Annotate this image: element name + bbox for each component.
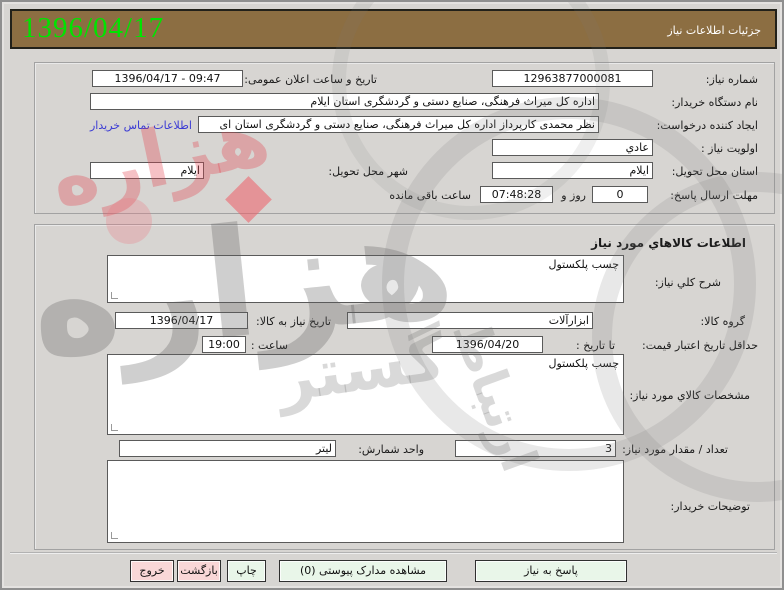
hour-field[interactable]: 19:00: [202, 336, 246, 353]
title-bar: 1396/04/17 جزئیات اطلاعات نیاز: [10, 9, 777, 49]
deadline-remaining-text: ساعت باقی مانده: [389, 189, 471, 202]
buyer-contact-link[interactable]: اطلاعات تماس خریدار: [90, 119, 192, 132]
delivery-province-field[interactable]: ایلام: [492, 162, 653, 179]
request-creator-field[interactable]: نظر محمدی کارپرداز اداره کل میراث فرهنگی…: [198, 116, 599, 133]
unit-field[interactable]: لیتر: [119, 440, 336, 457]
specs-textarea[interactable]: چسب پلکستول: [107, 354, 624, 435]
goods-group-label: گروه کالا:: [700, 315, 745, 328]
deadline-time-field[interactable]: 07:48:28: [480, 186, 553, 203]
need-details-window: 1396/04/17 جزئیات اطلاعات نیاز شماره نیا…: [0, 0, 784, 590]
announce-datetime-label: تاریخ و ساعت اعلان عمومی:: [244, 73, 377, 86]
need-date-label: تاریخ نیاز به کالا:: [256, 315, 331, 328]
priority-label: اولویت نیاز :: [700, 142, 758, 155]
respond-to-need-button[interactable]: پاسخ به نیاز: [475, 560, 627, 582]
back-button[interactable]: بازگشت: [177, 560, 221, 582]
need-number-label: شماره نیاز:: [705, 73, 758, 86]
header-date: 1396/04/17: [22, 12, 165, 44]
specs-label: مشخصات کالاي مورد نیاز:: [629, 389, 750, 402]
deadline-days-field[interactable]: 0: [592, 186, 648, 203]
exit-button[interactable]: خروج: [130, 560, 174, 582]
footer-divider: [10, 552, 777, 554]
quantity-field[interactable]: 3: [455, 440, 616, 457]
price-validity-label: حداقل تاریخ اعتبار قیمت:: [642, 339, 758, 352]
buyer-notes-label: توضیحات خریدار:: [670, 500, 751, 513]
goods-panel-title: اطلاعات کالاهاي مورد نیاز: [591, 236, 746, 250]
until-date-field[interactable]: 1396/04/20: [432, 336, 543, 353]
response-deadline-label: مهلت ارسال پاسخ:: [670, 189, 758, 202]
announce-datetime-field[interactable]: 1396/04/17 - 09:47: [92, 70, 243, 87]
general-desc-label: شرح کلي نیاز:: [654, 276, 721, 289]
need-date-field[interactable]: 1396/04/17: [115, 312, 248, 329]
page-title: جزئیات اطلاعات نیاز: [667, 24, 761, 37]
buyer-org-label: نام دستگاه خریدار:: [671, 96, 758, 109]
quantity-label: تعداد / مقدار مورد نیاز:: [622, 443, 728, 456]
buyer-notes-textarea[interactable]: [107, 460, 624, 543]
deadline-days-suffix: روز و: [561, 189, 586, 202]
goods-group-field[interactable]: ابزارآلات: [347, 312, 593, 329]
need-number-field[interactable]: 12963877000081: [492, 70, 653, 87]
unit-label: واحد شمارش:: [358, 443, 424, 456]
delivery-province-label: استان محل تحویل:: [671, 165, 758, 178]
buyer-org-field[interactable]: اداره کل میراث فرهنگی، صنایع دستی و گردش…: [90, 93, 599, 110]
delivery-city-label: شهر محل تحویل:: [328, 165, 408, 178]
until-date-label: تا تاریخ :: [576, 339, 615, 352]
hour-label: ساعت :: [250, 339, 288, 352]
general-desc-textarea[interactable]: چسب پلکستول: [107, 255, 624, 303]
priority-field[interactable]: عادي: [492, 139, 653, 156]
view-attached-docs-button[interactable]: مشاهده مدارک پیوستی (0): [279, 560, 447, 582]
print-button[interactable]: چاپ: [227, 560, 266, 582]
request-creator-label: ایجاد کننده درخواست:: [656, 119, 758, 132]
delivery-city-field[interactable]: ایلام: [90, 162, 204, 179]
